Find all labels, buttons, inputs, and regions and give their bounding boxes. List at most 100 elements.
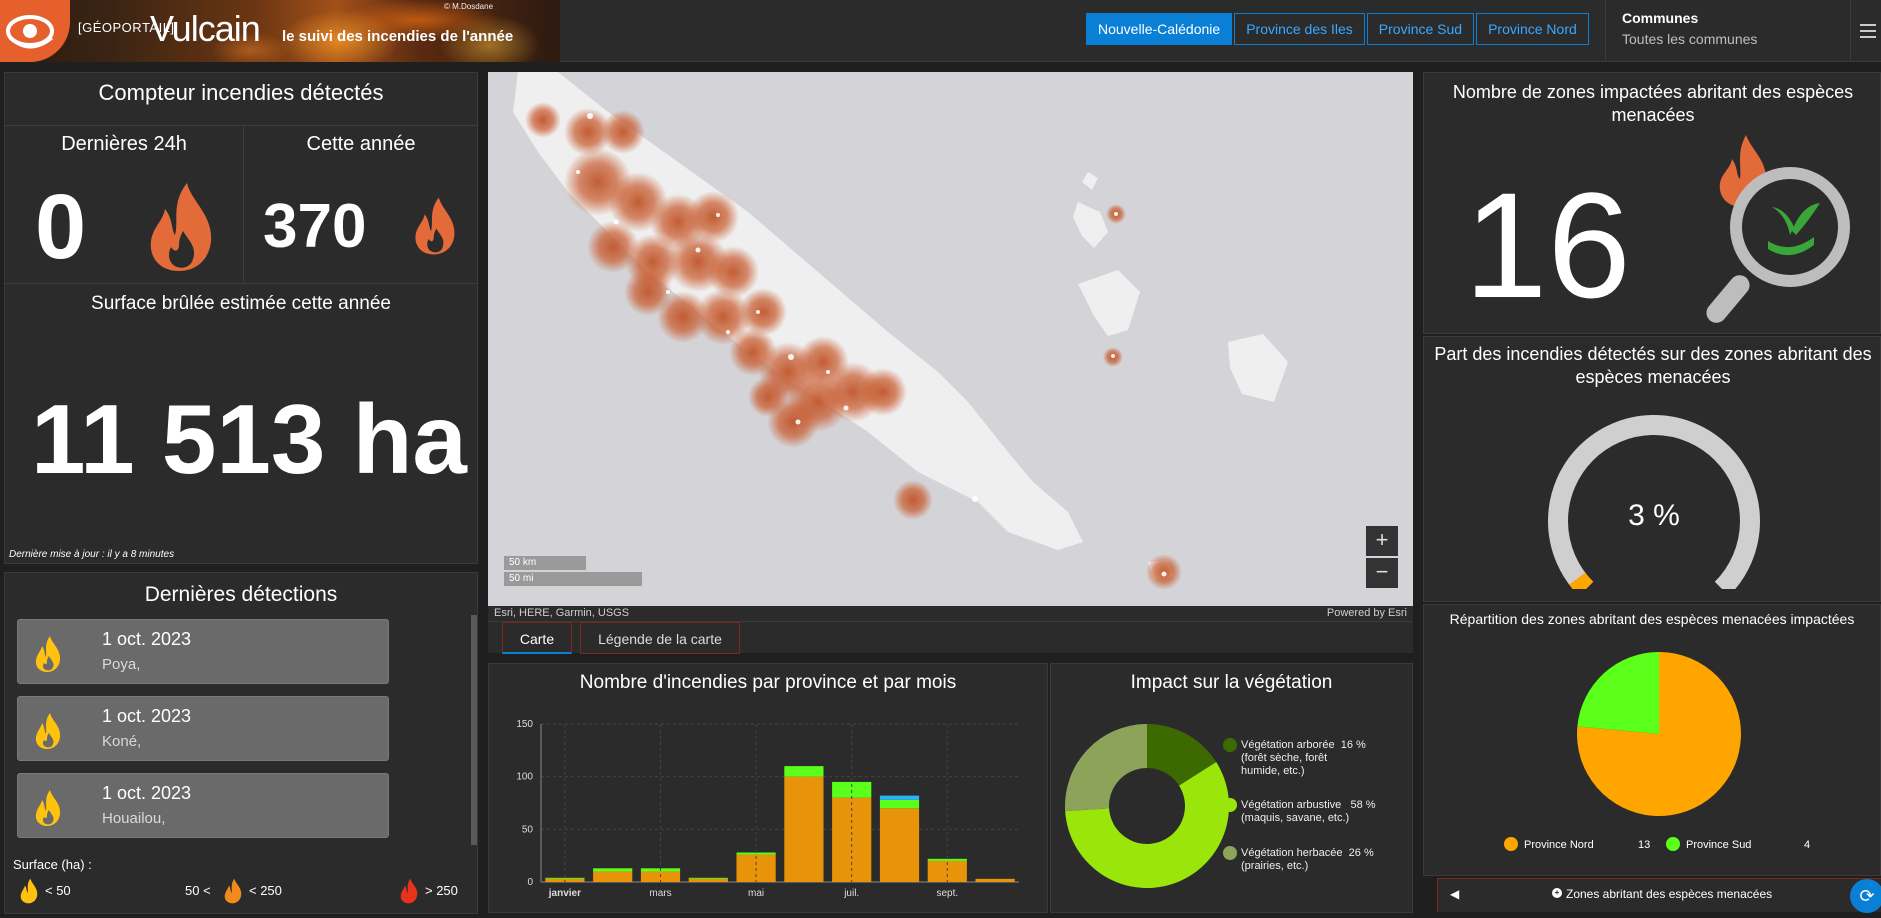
powered-by[interactable]: Powered by Esri: [1327, 607, 1407, 619]
fire-medium-icon: [224, 878, 242, 904]
detection-place: Poya,: [102, 656, 141, 673]
counter-panel: Compteur incendies détectés Dernières 24…: [4, 72, 478, 564]
communes-value: Toutes les communes: [1622, 31, 1758, 47]
bar[interactable]: [593, 868, 633, 872]
legend-pct: 58 %: [1350, 799, 1376, 811]
pie-slice[interactable]: [1065, 724, 1147, 812]
x-tick-label: juil.: [843, 888, 859, 899]
map-attribution[interactable]: Esri, HERE, Garmin, USGS: [494, 607, 629, 619]
bar[interactable]: [927, 858, 967, 861]
detection-item[interactable]: 1 oct. 2023 Houailou,: [17, 773, 389, 838]
bar[interactable]: [879, 795, 920, 800]
gauge-title: Part des incendies détectés sur des zone…: [1434, 344, 1872, 387]
logo[interactable]: [0, 0, 70, 62]
map-tabs: Carte Légende de la carte: [488, 621, 1413, 654]
detections-scrollbar[interactable]: [471, 615, 477, 845]
legend-swatch-sud: [1666, 837, 1680, 851]
pie-panel: Répartition des zones abritant des espèc…: [1423, 604, 1881, 876]
last24-value: 0: [35, 176, 87, 278]
scale-mi: 50 mi: [504, 572, 642, 586]
nav-province-des-iles[interactable]: Province des Iles: [1234, 13, 1365, 45]
refresh-icon[interactable]: ⟳: [1850, 879, 1881, 913]
bar[interactable]: [593, 871, 633, 882]
legend-swatch-nord: [1504, 837, 1518, 851]
bar[interactable]: [688, 878, 728, 882]
species-pie-chart: [1577, 652, 1741, 816]
pie-slice[interactable]: [1577, 652, 1659, 734]
legend-large: > 250: [425, 883, 458, 898]
map-canvas: [513, 72, 1288, 590]
nav-province-nord[interactable]: Province Nord: [1476, 13, 1589, 45]
legend-mid-right: < 250: [249, 883, 282, 898]
zoom-out-button[interactable]: −: [1366, 558, 1398, 588]
bar[interactable]: [879, 799, 920, 809]
bar[interactable]: [784, 766, 824, 777]
vegetation-title: Impact sur la végétation: [1130, 672, 1333, 693]
legend-mid-left: 50 <: [185, 883, 211, 898]
counter-title: Compteur incendies détectés: [98, 80, 384, 105]
brand-subtitle: le suivi des incendies de l'année: [282, 28, 514, 45]
bar-chart: 0 50 100 150 janvier mars mai juil. sept.: [516, 719, 1019, 899]
legend-sub2: humide, etc.): [1241, 765, 1305, 777]
legend-nord-label: Province Nord: [1524, 839, 1594, 851]
legend-nord-value: 13: [1638, 839, 1651, 851]
year-label: Cette année: [306, 133, 416, 155]
communes-selector[interactable]: Communes Toutes les communes: [1605, 0, 1850, 62]
bar-chart-panel: Nombre d'incendies par province et par m…: [488, 663, 1048, 913]
gauge-value: 3 %: [1628, 499, 1680, 532]
detection-date: 1 oct. 2023: [102, 706, 192, 726]
zones-value: 16: [1464, 161, 1631, 329]
tab-carte[interactable]: Carte: [502, 622, 572, 654]
app-header: [GÉOPORTAIL] Vulcain le suivi des incend…: [0, 0, 1881, 62]
detections-panel: Dernières détections 1 oct. 2023 Poya, 1…: [4, 572, 478, 914]
nav-province-sud[interactable]: Province Sud: [1366, 13, 1475, 45]
detections-title: Dernières détections: [144, 583, 338, 606]
y-tick-label: 100: [516, 772, 533, 783]
chevron-left-icon[interactable]: ◀: [1450, 887, 1459, 901]
legend-label: Végétation herbacée: [1241, 847, 1343, 859]
bar[interactable]: [975, 878, 1015, 882]
year-value: 370: [263, 192, 367, 261]
fire-small-icon: [35, 713, 61, 749]
y-tick-label: 150: [516, 719, 533, 730]
fire-icon: [150, 183, 212, 271]
bar[interactable]: [879, 808, 920, 882]
vegetation-donut-chart: [1065, 724, 1229, 888]
province-nav: Nouvelle-Calédonie Province des Iles Pro…: [1086, 13, 1589, 45]
detection-place: Houailou,: [102, 810, 166, 827]
legend-sub: (maquis, savane, etc.): [1241, 812, 1350, 824]
detection-item[interactable]: 1 oct. 2023 Koné,: [17, 696, 389, 761]
bar[interactable]: [784, 776, 824, 882]
fire-small-icon: [20, 878, 38, 904]
nav-nouvelle-caledonie[interactable]: Nouvelle-Calédonie: [1086, 13, 1233, 45]
surface-legend-title: Surface (ha) :: [13, 857, 92, 872]
scale-bar: 50 km 50 mi: [504, 556, 642, 586]
zoom-in-button[interactable]: +: [1366, 526, 1398, 556]
vegetation-panel: Impact sur la végétation Végétation arbo…: [1050, 663, 1413, 913]
fire-small-icon: [35, 636, 61, 672]
legend-label: Végétation arbustive: [1241, 799, 1342, 811]
legend-sud-value: 4: [1804, 839, 1811, 851]
legend-sud-label: Province Sud: [1686, 839, 1752, 851]
tab-legende[interactable]: Légende de la carte: [580, 622, 740, 654]
threatened-species-search-icon: [1706, 135, 1850, 323]
brand-name: Vulcain: [150, 8, 261, 49]
hamburger-menu-icon[interactable]: [1850, 0, 1881, 62]
fire-map[interactable]: 50 km 50 mi + −: [488, 72, 1413, 606]
bar[interactable]: [688, 877, 728, 879]
last-update: Dernière mise à jour : il y a 8 minutes: [9, 549, 175, 560]
fire-large-icon: [400, 878, 418, 904]
fire-icon: [415, 197, 455, 255]
species-footer-label[interactable]: Zones abritant des espèces menacées: [1566, 887, 1772, 901]
pie-title: Répartition des zones abritant des espèc…: [1449, 611, 1855, 627]
x-tick-label: mai: [748, 888, 764, 899]
info-icon: +: [1552, 888, 1562, 898]
y-tick-label: 50: [522, 824, 534, 835]
legend-pct: 16 %: [1340, 739, 1366, 751]
photo-credit: © M.Dosdane: [444, 2, 494, 11]
bar[interactable]: [545, 877, 585, 879]
communes-title: Communes: [1622, 10, 1699, 26]
legend-sub: (prairies, etc.): [1241, 860, 1309, 872]
detection-item[interactable]: 1 oct. 2023 Poya,: [17, 619, 389, 684]
gauge-panel: Part des incendies détectés sur des zone…: [1423, 336, 1881, 602]
